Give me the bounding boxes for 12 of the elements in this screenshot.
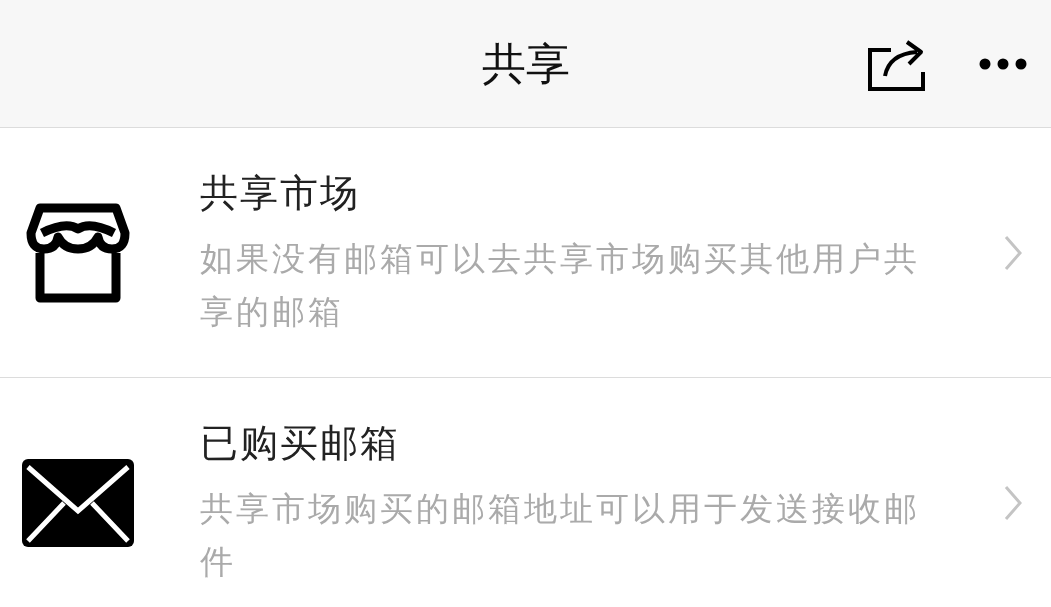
envelope-icon [22, 459, 134, 547]
store-icon [26, 202, 130, 303]
item-title: 共享市场 [200, 169, 361, 217]
item-description: 如果没有邮箱可以去共享市场购买其他用户共享的邮箱 [200, 237, 921, 333]
item-title: 已购买邮箱 [200, 420, 401, 467]
list-item[interactable]: 共享市场 如果没有邮箱可以去共享市场购买其他用户共享的邮箱 [0, 128, 1051, 378]
list-item[interactable]: 已购买邮箱 共享市场购买的邮箱地址可以用于发送接收邮件 [0, 378, 1051, 607]
page-title: 共享 [481, 36, 570, 91]
more-icon[interactable] [979, 57, 1027, 70]
chevron-right-icon [1003, 485, 1023, 521]
item-description: 共享市场购买的邮箱地址可以用于发送接收邮件 [200, 488, 921, 583]
chevron-right-icon [1003, 234, 1023, 271]
